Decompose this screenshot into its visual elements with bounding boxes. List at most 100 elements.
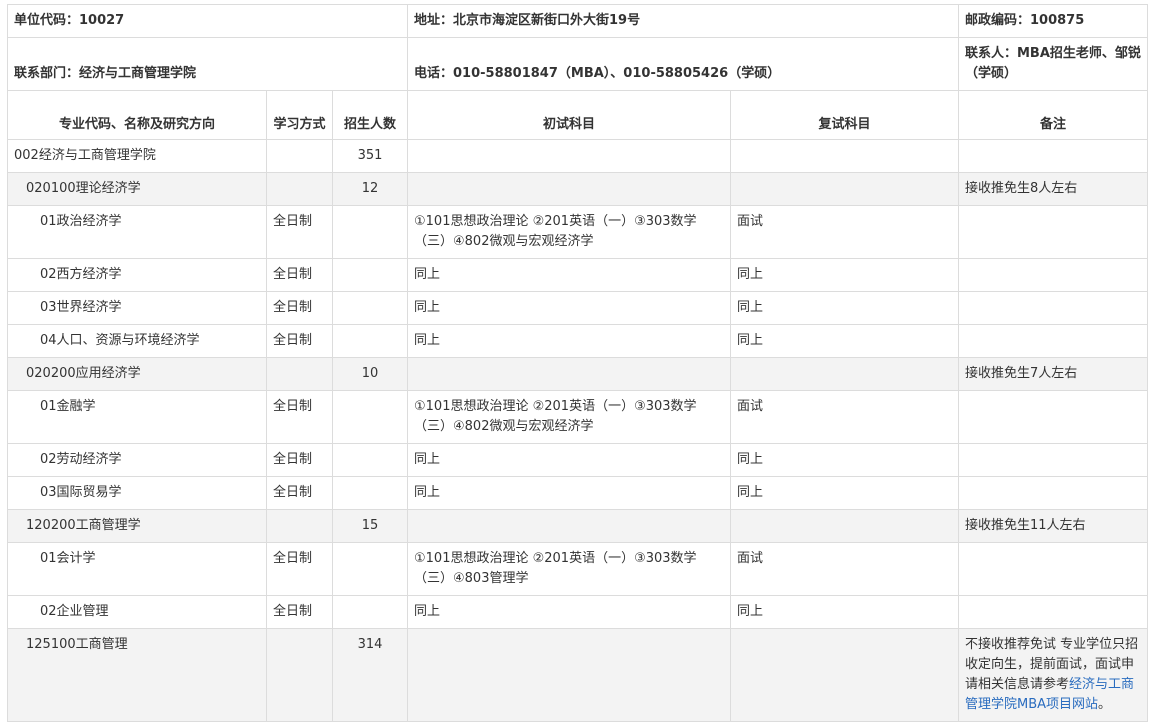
- row-note: [958, 291, 1148, 325]
- row-name: 02企业管理: [7, 595, 267, 629]
- table-row: 020200应用经济学 10 接收推免生7人左右: [7, 357, 1148, 391]
- row-name: 020200应用经济学: [7, 357, 267, 391]
- row-count: 10: [332, 357, 408, 391]
- row-mode: [266, 628, 333, 722]
- table-row: 02劳动经济学 全日制 同上 同上: [7, 443, 1148, 477]
- row-retest: 同上: [730, 258, 959, 292]
- row-count: 351: [332, 139, 408, 173]
- table-row: 02企业管理 全日制 同上 同上: [7, 595, 1148, 629]
- row-note: [958, 258, 1148, 292]
- row-count: [332, 205, 408, 259]
- row-exam: [407, 628, 731, 722]
- row-exam: 同上: [407, 443, 731, 477]
- table-row: 01政治经济学 全日制 ①101思想政治理论 ②201英语（一）③303数学（三）④…: [7, 205, 1148, 259]
- row-retest: [730, 509, 959, 543]
- contact-dept: 联系部门：经济与工商管理学院: [7, 37, 408, 91]
- unit-code: 单位代码：10027: [7, 4, 408, 38]
- row-note: [958, 324, 1148, 358]
- table-row: 01金融学 全日制 ①101思想政治理论 ②201英语（一）③303数学（三）④80…: [7, 390, 1148, 444]
- header-row: 专业代码、名称及研究方向 学习方式 招生人数 初试科目 复试科目 备注: [7, 90, 1148, 140]
- row-count: [332, 595, 408, 629]
- row-note: [958, 139, 1148, 173]
- row-retest: 同上: [730, 476, 959, 510]
- row-note: 接收推免生11人左右: [958, 509, 1148, 543]
- row-note: 接收推免生7人左右: [958, 357, 1148, 391]
- row-name: 01金融学: [7, 390, 267, 444]
- row-retest: [730, 628, 959, 722]
- row-mode: 全日制: [266, 595, 333, 629]
- row-name: 02西方经济学: [7, 258, 267, 292]
- admissions-table: 单位代码：10027 地址：北京市海淀区新街口外大街19号 邮政编码：10087…: [7, 4, 1148, 722]
- row-retest: [730, 172, 959, 206]
- row-exam: ①101思想政治理论 ②201英语（一）③303数学（三）④803管理学: [407, 542, 731, 596]
- col-header-count: 招生人数: [332, 90, 408, 140]
- row-exam: [407, 509, 731, 543]
- table-row: 04人口、资源与环境经济学 全日制 同上 同上: [7, 324, 1148, 358]
- row-mode: [266, 139, 333, 173]
- col-header-note: 备注: [958, 90, 1148, 140]
- row-retest: 面试: [730, 542, 959, 596]
- row-retest: 同上: [730, 595, 959, 629]
- row-exam: 同上: [407, 324, 731, 358]
- row-exam: [407, 139, 731, 173]
- row-exam: ①101思想政治理论 ②201英语（一）③303数学（三）④802微观与宏观经济…: [407, 390, 731, 444]
- col-header-retest: 复试科目: [730, 90, 959, 140]
- table-row: 02西方经济学 全日制 同上 同上: [7, 258, 1148, 292]
- row-exam: 同上: [407, 291, 731, 325]
- row-exam: [407, 357, 731, 391]
- row-count: [332, 476, 408, 510]
- row-exam: 同上: [407, 595, 731, 629]
- row-exam: 同上: [407, 476, 731, 510]
- contact-row: 联系部门：经济与工商管理学院 电话：010-58801847（MBA）、010-…: [7, 37, 1148, 91]
- row-retest: 同上: [730, 443, 959, 477]
- table-row: 03国际贸易学 全日制 同上 同上: [7, 476, 1148, 510]
- row-note: [958, 390, 1148, 444]
- row-name: 120200工商管理学: [7, 509, 267, 543]
- row-retest: 同上: [730, 291, 959, 325]
- table-row: 002经济与工商管理学院 351: [7, 139, 1148, 173]
- row-mode: 全日制: [266, 258, 333, 292]
- row-count: 12: [332, 172, 408, 206]
- row-note: [958, 205, 1148, 259]
- row-count: [332, 390, 408, 444]
- row-retest: 同上: [730, 324, 959, 358]
- row-mode: 全日制: [266, 476, 333, 510]
- row-retest: [730, 139, 959, 173]
- row-name: 01会计学: [7, 542, 267, 596]
- address: 地址：北京市海淀区新街口外大街19号: [407, 4, 959, 38]
- row-mode: [266, 172, 333, 206]
- row-mode: [266, 509, 333, 543]
- col-header-major: 专业代码、名称及研究方向: [7, 90, 267, 140]
- row-name: 03国际贸易学: [7, 476, 267, 510]
- row-count: [332, 443, 408, 477]
- col-header-exam: 初试科目: [407, 90, 731, 140]
- row-note: [958, 595, 1148, 629]
- row-count: 15: [332, 509, 408, 543]
- row-exam: ①101思想政治理论 ②201英语（一）③303数学（三）④802微观与宏观经济…: [407, 205, 731, 259]
- table-row: 020100理论经济学 12 接收推免生8人左右: [7, 172, 1148, 206]
- row-name: 02劳动经济学: [7, 443, 267, 477]
- row-count: 314: [332, 628, 408, 722]
- row-note: 接收推免生8人左右: [958, 172, 1148, 206]
- row-count: [332, 291, 408, 325]
- row-mode: 全日制: [266, 324, 333, 358]
- row-name: 002经济与工商管理学院: [7, 139, 267, 173]
- row-note: 不接收推荐免试 专业学位只招收定向生，提前面试，面试申请相关信息请参考经济与工商…: [958, 628, 1148, 722]
- row-retest: 面试: [730, 390, 959, 444]
- row-note: [958, 542, 1148, 596]
- row-count: [332, 324, 408, 358]
- row-note: [958, 476, 1148, 510]
- table-row: 120200工商管理学 15 接收推免生11人左右: [7, 509, 1148, 543]
- row-count: [332, 258, 408, 292]
- info-row: 单位代码：10027 地址：北京市海淀区新街口外大街19号 邮政编码：10087…: [7, 4, 1148, 38]
- table-row: 01会计学 全日制 ①101思想政治理论 ②201英语（一）③303数学（三）④80…: [7, 542, 1148, 596]
- contact-person: 联系人：MBA招生老师、邹锐（学硕）: [958, 37, 1148, 91]
- row-mode: 全日制: [266, 542, 333, 596]
- row-count: [332, 542, 408, 596]
- row-name: 020100理论经济学: [7, 172, 267, 206]
- row-mode: 全日制: [266, 443, 333, 477]
- phone: 电话：010-58801847（MBA）、010-58805426（学硕）: [407, 37, 959, 91]
- postcode: 邮政编码：100875: [958, 4, 1148, 38]
- col-header-mode: 学习方式: [266, 90, 333, 140]
- row-name: 04人口、资源与环境经济学: [7, 324, 267, 358]
